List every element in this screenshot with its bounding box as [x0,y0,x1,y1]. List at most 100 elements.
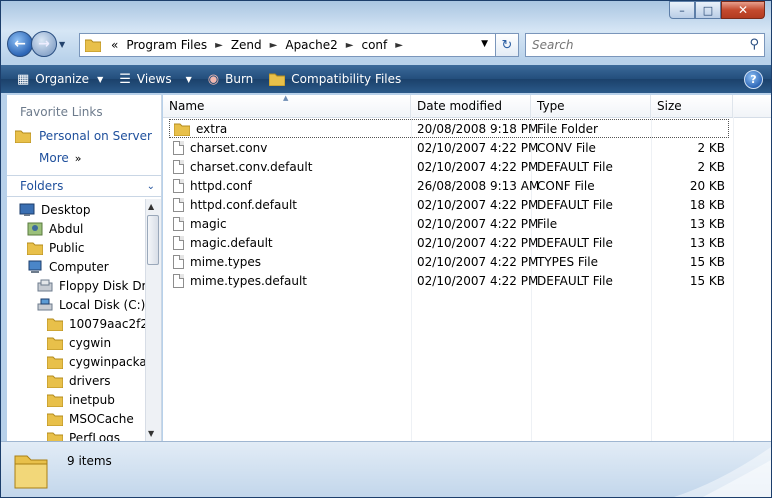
table-row[interactable]: mime.types.default 02/10/2007 4:22 PM DEFA… [163,271,771,290]
chevron-right-icon[interactable]: ► [270,40,278,51]
file-type: TYPES File [537,254,598,269]
table-row[interactable]: magic.default 02/10/2007 4:22 PM DEFAULT F… [163,233,771,252]
chevron-right-icon[interactable]: ► [346,40,354,51]
table-row[interactable]: httpd.conf 26/08/2008 9:13 AM CONF File 20 … [163,176,771,195]
chevron-down-icon: ⌄ [146,180,155,192]
file-icon [173,235,184,250]
folder-icon [47,375,63,388]
close-button[interactable]: ✕ [721,1,765,19]
file-name-text: httpd.conf.default [190,197,297,212]
table-row[interactable]: charset.conv 02/10/2007 4:22 PM CONV File 2… [163,138,771,157]
breadcrumb-conf[interactable]: conf [361,38,387,52]
double-chevron-right-icon: » [74,152,82,165]
file-size: 15 KB [689,273,725,288]
column-label: Size [657,99,682,113]
file-name: charset.conv.default [169,157,409,176]
minimize-button[interactable]: – [669,1,695,19]
breadcrumb-overflow[interactable]: « [111,38,118,52]
breadcrumb-apache2[interactable]: Apache2 [285,38,337,52]
file-type: File Folder [537,121,598,136]
command-bar: ▦ Organize ▼ ☰ Views ▼ ◉ Burn Compatibil… [1,65,771,93]
forward-button[interactable]: → [31,31,57,57]
breadcrumb-program-files[interactable]: Program Files [126,38,207,52]
tree-item-local-disk[interactable]: Local Disk (C:) [37,298,145,312]
column-label: Type [537,99,565,113]
column-type[interactable]: Type [531,95,651,117]
chevron-right-icon[interactable]: ► [215,40,223,51]
file-size: 13 KB [689,216,725,231]
table-row[interactable]: mime.types 02/10/2007 4:22 PM TYPES File 15… [163,252,771,271]
compatibility-files-button[interactable]: Compatibility Files [261,65,409,93]
burn-button[interactable]: ◉ Burn [200,65,262,93]
tree-label: Floppy Disk Drive [59,279,145,293]
views-button[interactable]: ☰ Views ▼ [111,65,200,93]
file-date: 02/10/2007 4:22 PM [417,197,539,212]
table-row[interactable]: extra 20/08/2008 9:18 PM File Folder [163,119,771,138]
tree-scrollbar[interactable]: ▲ ▼ [145,199,161,441]
column-label: Name [169,99,205,113]
tree-label: Public [49,241,85,255]
file-icon [173,273,184,288]
tree-item-folder[interactable]: MSOCache [47,412,134,426]
search-icon[interactable]: ⚲ [749,37,759,52]
tree-item-folder[interactable]: drivers [47,374,111,388]
file-date: 02/10/2007 4:22 PM [417,254,539,269]
back-button[interactable]: ← [7,31,33,57]
file-date: 02/10/2007 4:22 PM [417,216,539,231]
maximize-button[interactable]: □ [695,1,721,19]
file-date: 02/10/2007 4:22 PM [417,273,539,288]
chevron-right-icon[interactable]: ► [395,40,403,51]
tree-label: inetpub [69,393,115,407]
file-type: CONF File [537,178,595,193]
folder-icon [47,356,63,369]
computer-icon [28,260,42,273]
organize-button[interactable]: ▦ Organize ▼ [9,65,111,93]
tree-label: cygwin [69,336,112,350]
file-size: 13 KB [689,235,725,250]
column-name[interactable]: Name [163,95,411,117]
folders-title: Folders [20,179,64,193]
file-name: mime.types [169,252,409,271]
tree-item-folder[interactable]: 10079aac2f2a6 [47,317,145,331]
tree-item-floppy[interactable]: Floppy Disk Drive [37,279,145,293]
file-name-text: magic [190,216,227,231]
tree-item-desktop[interactable]: Desktop [19,203,91,217]
file-date: 20/08/2008 9:18 PM [417,121,539,136]
more-favorites-link[interactable]: More » [39,151,81,165]
refresh-button[interactable]: ↻ [495,33,519,57]
tree-item-public[interactable]: Public [27,241,85,255]
column-size[interactable]: Size [651,95,733,117]
help-button[interactable]: ? [744,70,763,89]
table-row[interactable]: charset.conv.default 02/10/2007 4:22 PM DE… [163,157,771,176]
breadcrumb-zend[interactable]: Zend [231,38,262,52]
views-icon: ☰ [119,71,131,87]
table-row[interactable]: magic 02/10/2007 4:22 PM File 13 KB [163,214,771,233]
tree-item-folder[interactable]: PerfLogs [47,431,120,441]
recent-pages-dropdown[interactable]: ▼ [59,40,69,49]
file-date: 26/08/2008 9:13 AM [417,178,540,193]
scroll-down-icon[interactable]: ▼ [148,429,154,438]
folders-header[interactable]: Folders ⌄ [7,175,161,197]
search-input[interactable] [530,37,744,53]
file-name-text: mime.types [190,254,261,269]
file-icon [173,197,184,212]
tree-item-folder[interactable]: cygwin [47,336,111,350]
scroll-up-icon[interactable]: ▲ [148,202,154,211]
address-dropdown-icon[interactable]: ▼ [481,39,488,49]
favorite-label: Personal on Server [39,129,152,143]
file-icon [173,159,184,174]
item-count: 9 items [67,454,112,468]
file-name: mime.types.default [169,271,409,290]
favorite-personal-on-server[interactable]: Personal on Server [15,129,152,143]
scroll-thumb[interactable] [147,215,159,265]
table-row[interactable]: httpd.conf.default 02/10/2007 4:22 PM DEFA… [163,195,771,214]
drive-icon [37,298,53,311]
tree-item-computer[interactable]: Computer [27,260,109,274]
tree-item-folder[interactable]: inetpub [47,393,115,407]
tree-item-abdul[interactable]: Abdul [27,222,83,236]
file-size: 15 KB [689,254,725,269]
tree-item-folder[interactable]: cygwinpackages [47,355,145,369]
column-date-modified[interactable]: Date modified [411,95,531,117]
address-bar[interactable]: « Program Files ► Zend ► Apache2 ► conf … [79,33,519,57]
file-size: 18 KB [689,197,725,212]
